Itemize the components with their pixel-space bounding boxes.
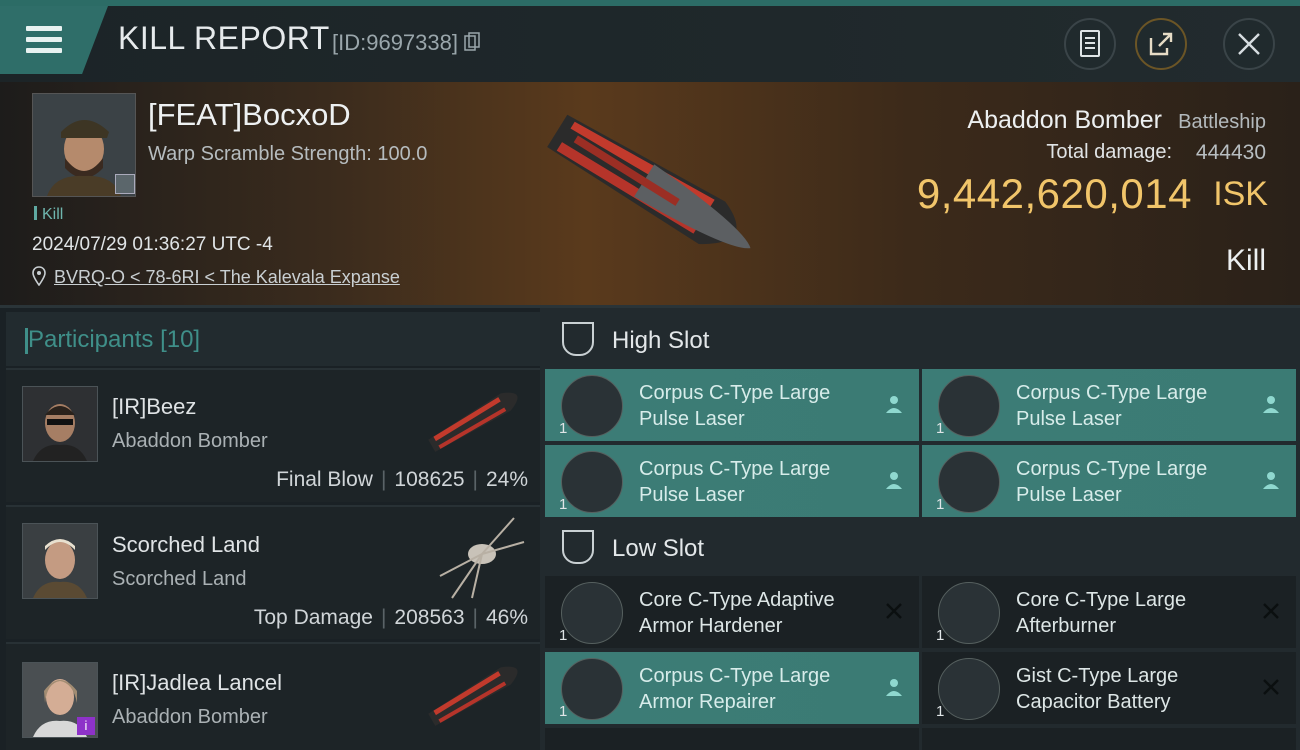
pulse-laser-icon — [938, 375, 1000, 437]
warp-scramble-strength: Warp Scramble Strength: 100.0 — [148, 143, 428, 165]
participant-ship-image — [428, 392, 518, 452]
module-name: Corpus C-Type Large Pulse Laser — [639, 458, 831, 506]
participants-count: [10] — [160, 326, 201, 353]
armor-hardener-icon — [561, 582, 623, 644]
share-button[interactable] — [1135, 18, 1187, 70]
module-qty: 1 — [559, 627, 568, 644]
participant-stats: Top Damage | 208563 | 46% — [253, 606, 528, 629]
module-item[interactable]: 1 Core C-Type Large Afterburner — [922, 576, 1296, 648]
participant-role: Final Blow — [276, 468, 373, 491]
module-qty: 1 — [559, 496, 568, 513]
high-slot-title: High Slot — [612, 327, 710, 354]
participant-ship: Abaddon Bomber — [112, 430, 268, 452]
close-button[interactable] — [1223, 18, 1275, 70]
victim-ship-class: Battleship — [1178, 111, 1266, 133]
info-badge-icon[interactable]: i — [77, 717, 95, 735]
module-item[interactable]: 1 Corpus C-Type Large Pulse Laser — [545, 445, 919, 517]
participant-ship-image — [428, 666, 518, 726]
report-id: [ID:9697338] — [332, 30, 480, 56]
participant-ship-image — [439, 517, 525, 599]
victim-ship-name[interactable]: Abaddon Bomber — [967, 106, 1162, 135]
kill-tag: Kill — [34, 206, 63, 224]
participant-name[interactable]: [IR]Jadlea Lancel — [112, 670, 282, 696]
dropped-person-icon — [886, 472, 902, 489]
pulse-laser-icon — [561, 451, 623, 513]
share-icon — [1149, 32, 1173, 56]
participant-percent: 46% — [485, 606, 528, 629]
module-name: Corpus C-Type Large Pulse Laser — [1016, 382, 1208, 430]
participant-damage: 208563 — [394, 606, 465, 629]
copy-icon[interactable] — [464, 32, 480, 52]
participant-ship: Scorched Land — [112, 568, 247, 590]
victim-name[interactable]: [FEAT]BocxoD — [148, 97, 351, 133]
destroyed-x-icon — [1263, 603, 1279, 619]
close-icon — [1238, 33, 1260, 55]
pulse-laser-icon — [561, 375, 623, 437]
high-slot-icon — [562, 322, 594, 356]
module-name: Core C-Type Adaptive Armor Hardener — [639, 589, 835, 637]
armor-repairer-icon — [561, 658, 623, 720]
module-name: Corpus C-Type Large Pulse Laser — [1016, 458, 1208, 506]
participant-ship: Abaddon Bomber — [112, 706, 268, 728]
total-damage-label: Total damage: — [1046, 141, 1172, 163]
victim-avatar[interactable] — [32, 93, 136, 197]
participant-percent: 24% — [485, 468, 528, 491]
module-name: Corpus C-Type Large Pulse Laser — [639, 382, 831, 430]
module-qty: 1 — [936, 703, 945, 720]
participant-name[interactable]: Scorched Land — [112, 532, 260, 558]
module-item[interactable]: 1 Core C-Type Adaptive Armor Hardener — [545, 576, 919, 648]
afterburner-icon — [938, 582, 1000, 644]
clipboard-button[interactable] — [1064, 18, 1116, 70]
module-item[interactable]: 1 Corpus C-Type Large Pulse Laser — [922, 369, 1296, 441]
participant-role: Top Damage — [253, 606, 373, 629]
kill-datetime: 2024/07/29 01:36:27 UTC -4 — [32, 234, 273, 255]
low-slot-icon — [562, 530, 594, 564]
participant-avatar[interactable]: i — [22, 662, 98, 738]
menu-badge-icon[interactable] — [115, 174, 135, 194]
participant-name[interactable]: [IR]Beez — [112, 394, 196, 420]
page-title: KILL REPORT — [118, 20, 330, 56]
location-pin-icon — [32, 266, 46, 286]
dropped-person-icon — [1263, 396, 1279, 413]
module-name: Corpus C-Type Large Armor Repairer — [639, 665, 831, 713]
participant-damage: 108625 — [394, 468, 465, 491]
module-item[interactable]: 1 Corpus C-Type Large Pulse Laser — [545, 369, 919, 441]
module-qty: 1 — [559, 420, 568, 437]
participants-title: Participants [10] — [24, 326, 201, 354]
module-item-partial[interactable] — [922, 728, 1296, 750]
victim-ship-image — [547, 114, 751, 249]
module-qty: 1 — [936, 420, 945, 437]
module-qty: 1 — [936, 627, 945, 644]
dropped-person-icon — [1263, 472, 1279, 489]
clipboard-icon — [1080, 30, 1100, 57]
dropped-person-icon — [886, 679, 902, 696]
pulse-laser-icon — [938, 451, 1000, 513]
participant-avatar[interactable] — [22, 523, 98, 599]
kill-location-link[interactable]: BVRQ-O < 78-6RI < The Kalevala Expanse — [54, 267, 400, 288]
module-qty: 1 — [559, 703, 568, 720]
module-name: Core C-Type Large Afterburner — [1016, 589, 1187, 637]
participant-stats: Final Blow | 108625 | 24% — [276, 468, 528, 491]
module-item[interactable]: 1 Corpus C-Type Large Armor Repairer — [545, 652, 919, 724]
module-item-partial[interactable] — [545, 728, 919, 750]
total-damage-value: 444430 — [1195, 141, 1266, 164]
module-qty: 1 — [936, 496, 945, 513]
isk-value: 9,442,620,014 — [916, 170, 1192, 217]
destroyed-x-icon — [886, 603, 902, 619]
low-slot-title: Low Slot — [612, 535, 705, 562]
destroyed-x-icon — [1263, 679, 1279, 695]
module-item[interactable]: 1 Corpus C-Type Large Pulse Laser — [922, 445, 1296, 517]
result-label: Kill — [1225, 244, 1266, 277]
module-item[interactable]: 1 Gist C-Type Large Capacitor Battery — [922, 652, 1296, 724]
dropped-person-icon — [886, 396, 902, 413]
participant-avatar[interactable] — [22, 386, 98, 462]
isk-unit: ISK — [1213, 175, 1268, 213]
module-name: Gist C-Type Large Capacitor Battery — [1016, 665, 1179, 713]
capacitor-battery-icon — [938, 658, 1000, 720]
